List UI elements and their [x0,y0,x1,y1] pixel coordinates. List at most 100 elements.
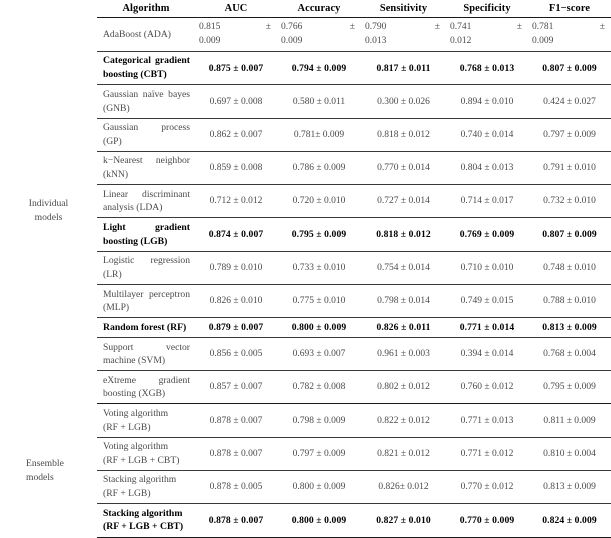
sensitivity-value: 0.817 ± 0.011 [361,50,446,85]
algorithm-name: Gaussian process (GP) [97,117,195,152]
plus-minus-sign: ± [434,22,440,32]
auc-value-mean: 0.815 [199,22,221,32]
sensitivity-value: 0.802 ± 0.012 [361,370,446,405]
algorithm-name: AdaBoost (ADA) [97,18,195,52]
f1score-value: 0.748 ± 0.010 [528,250,611,285]
column-header-specificity: Specificity [446,0,528,18]
specificity-value: 0.760 ± 0.012 [446,370,528,405]
sensitivity-value-std: 0.013 [365,36,387,47]
sensitivity-value: 0.798 ± 0.014 [361,284,446,318]
table-body: Individual models AdaBoost (ADA) 0.815 ±0.00… [0,18,611,538]
algorithm-name-line2: boosting (XGB) [103,388,166,400]
sensitivity-value: 0.826± 0.012 [361,469,446,504]
table-header: Algorithm AUC Accuracy Sensitivity Speci… [0,0,611,18]
algorithm-name-line1: Multilayer perceptron [103,288,190,300]
specificity-value-std: 0.012 [450,36,472,47]
auc-value: 0.878 ± 0.005 [195,469,277,504]
specificity-value: 0.894 ± 0.010 [446,84,528,119]
f1score-value: 0.732 ± 0.010 [528,184,611,218]
accuracy-value: 0.800 ± 0.009 [277,317,361,338]
algorithm-name-line2: (RF + LGB + CBT) [103,521,184,533]
algorithm-name-line1: Gaussian naïve bayes [103,88,190,100]
column-header-accuracy: Accuracy [277,0,361,18]
sensitivity-value: 0.821 ± 0.012 [361,436,446,471]
group-label-ensemble-models: Ensemble models [0,404,97,537]
auc-value: 0.878 ± 0.007 [195,436,277,471]
sensitivity-value: 0.300 ± 0.026 [361,84,446,119]
accuracy-value: 0.782 ± 0.008 [277,370,361,405]
specificity-value: 0.749 ± 0.015 [446,284,528,318]
f1score-value: 0.813 ± 0.009 [528,317,611,338]
auc-value: 0.859 ± 0.008 [195,150,277,185]
specificity-value: 0.768 ± 0.013 [446,50,528,85]
specificity-value: 0.394 ± 0.014 [446,337,528,371]
model-performance-table: Algorithm AUC Accuracy Sensitivity Speci… [0,0,611,538]
algorithm-name-line2: boosting (LGB) [103,235,168,247]
accuracy-value: 0.797 ± 0.009 [277,436,361,471]
specificity-value: 0.804 ± 0.013 [446,150,528,185]
algorithm-name: Categorical gradient boosting (CBT) [97,50,195,85]
algorithm-name: eXtreme gradient boosting (XGB) [97,370,195,405]
accuracy-value: 0.766 ±0.009 [277,18,361,52]
group-label-line1: Ensemble [26,457,64,469]
algorithm-name-line1: Support vector [103,341,190,353]
specificity-value-mean: 0.741 [450,22,472,32]
algorithm-name: Gaussian naïve bayes (GNB) [97,84,195,119]
accuracy-value: 0.786 ± 0.009 [277,150,361,185]
accuracy-value-std: 0.009 [281,36,303,47]
auc-value: 0.826 ± 0.010 [195,284,277,318]
accuracy-value: 0.794 ± 0.009 [277,50,361,85]
sensitivity-value: 0.818 ± 0.012 [361,117,446,152]
sensitivity-value: 0.770 ± 0.014 [361,150,446,185]
group-label-line1: Individual [28,197,69,209]
group-label-line2: models [34,211,63,223]
sensitivity-value-mean: 0.790 [365,22,387,32]
sensitivity-value: 0.818 ± 0.012 [361,217,446,252]
accuracy-value: 0.781± 0.009 [277,117,361,152]
algorithm-name-line1: Linear discriminant [103,188,190,200]
algorithm-name-line1: Voting algorithm [103,441,169,453]
column-header-f1score: F1−score [528,0,611,18]
plus-minus-sign: ± [599,22,605,32]
algorithm-name-line1: Logistic regression [103,255,190,267]
algorithm-name-line2: (GP) [103,135,122,147]
algorithm-name-line2: (MLP) [103,302,130,314]
algorithm-name-line1: Categorical gradient [103,55,190,67]
algorithm-name-line1: Stacking algorithm [103,474,177,486]
accuracy-value: 0.733 ± 0.010 [277,250,361,285]
auc-value: 0.856 ± 0.005 [195,337,277,371]
algorithm-name-line1: k−Nearest neighbor [103,155,190,167]
f1score-value: 0.797 ± 0.009 [528,117,611,152]
auc-value: 0.879 ± 0.007 [195,317,277,338]
algorithm-name: Support vector machine (SVM) [97,337,195,371]
algorithm-name: Multilayer perceptron (MLP) [97,284,195,318]
auc-value: 0.697 ± 0.008 [195,84,277,119]
f1score-value: 0.795 ± 0.009 [528,370,611,405]
specificity-value: 0.771 ± 0.012 [446,436,528,471]
table-row: Individual models AdaBoost (ADA) 0.815 ±0.00… [0,18,611,223]
f1score-value: 0.810 ± 0.004 [528,436,611,471]
algorithm-name: Random forest (RF) [97,317,195,338]
specificity-value: 0.714 ± 0.017 [446,184,528,218]
algorithm-name-line2: boosting (CBT) [103,69,167,81]
f1score-value: 0.813 ± 0.009 [528,469,611,504]
algorithm-name-line1: Gaussian process [103,122,190,134]
algorithm-name-line2: (RF + LGB) [103,488,151,499]
f1score-value: 0.807 ± 0.009 [528,50,611,85]
algorithm-name-line1: Random forest (RF) [103,321,187,333]
column-header-algorithm: Algorithm [97,0,195,18]
auc-value: 0.815 ±0.009 [195,18,277,52]
accuracy-value: 0.798 ± 0.009 [277,403,361,438]
sensitivity-value: 0.961 ± 0.003 [361,337,446,371]
accuracy-value: 0.775 ± 0.010 [277,284,361,318]
auc-value: 0.862 ± 0.007 [195,117,277,152]
auc-value: 0.875 ± 0.007 [195,50,277,85]
column-header-group [0,0,97,18]
specificity-value: 0.710 ± 0.010 [446,250,528,285]
accuracy-value-mean: 0.766 [281,22,303,32]
f1score-value-std: 0.009 [532,36,554,47]
accuracy-value: 0.720 ± 0.010 [277,184,361,218]
specificity-value: 0.771 ± 0.013 [446,403,528,438]
f1score-value: 0.424 ± 0.027 [528,84,611,119]
plus-minus-sign: ± [265,22,271,32]
